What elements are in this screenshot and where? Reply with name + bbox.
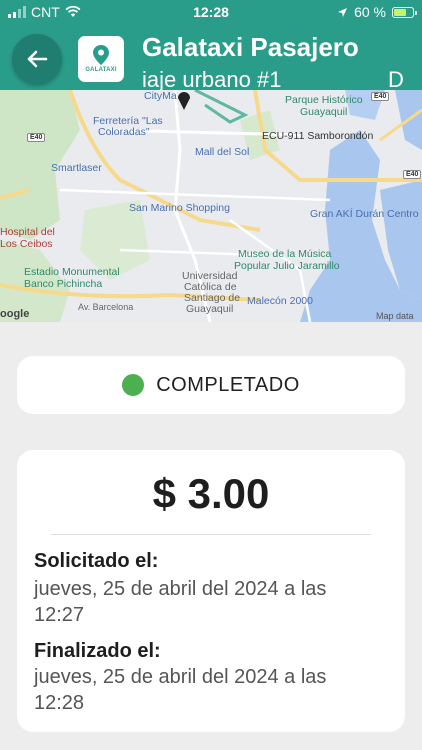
trip-subtitle: iaje urbano #1 [142,67,282,90]
divider [51,534,371,535]
map-label-av-barcelona: Av. Barcelona [78,302,134,312]
google-logo: oogle [0,308,30,320]
map-label-hospital-2: Los Ceibos [0,238,53,250]
map-label-san-marino: San Marino Shopping [129,202,230,214]
map-pin-icon [93,45,109,65]
app-title: Galataxi Pasajero [142,32,359,62]
map-label-universidad-4: Guayaquil [186,303,234,315]
arrow-left-icon [27,50,48,68]
map-route-badge: E40 [27,133,46,142]
back-button[interactable] [12,34,62,84]
map-label-estadio-2: Banco Pichincha [24,278,103,290]
app-header: GALATAXI Galataxi Pasajero iaje urbano #… [0,24,422,90]
map-label-smartlaser: Smartlaser [51,162,102,174]
app-logo: GALATAXI [78,36,124,82]
map-label-ferreteria-2: Coloradas" [98,126,150,138]
finished-value-line1: jueves, 25 de abril del 2024 a las [34,666,327,688]
map-label-mall-sol: Mall del Sol [195,146,250,158]
trip-subtitle-suffix: D [388,67,404,90]
finished-label: Finalizado el: [34,640,161,662]
finished-value-line2: 12:28 [34,692,85,714]
requested-value-line1: jueves, 25 de abril del 2024 a las [34,578,327,600]
requested-label: Solicitado el: [34,550,159,572]
trip-map[interactable]: CityMa Parque Histórico Guayaquil Ferret… [0,90,422,322]
map-label-parque-historico: Parque Histórico [285,94,363,106]
map-label-estadio: Estadio Monumental [24,266,120,278]
map-attribution[interactable]: Map data ©2 [376,311,422,322]
map-label-hospital: Hospital del [0,226,55,238]
map-label-citymall: CityMa [144,90,177,102]
map-label-ecu911: ECU-911 Samborondón [262,130,374,142]
location-arrow-icon [338,7,348,17]
map-label-gran-aki: Gran AKÍ Durán Centro [310,208,419,220]
status-indicator-icon [122,374,145,396]
trip-detail-card: $ 3.00 Solicitado el: jueves, 25 de abri… [17,450,405,732]
map-label-museo-2: Popular Julio Jaramillo [234,260,340,272]
map-route-badge: E40 [371,92,390,101]
map-label-museo: Museo de la Música [238,248,332,260]
trip-status-card: COMPLETADO [17,356,405,414]
trip-amount: $ 3.00 [152,470,270,517]
requested-value-line2: 12:27 [34,604,85,626]
map-label-guayaquil: Guayaquil [300,106,348,118]
battery-icon [392,6,417,18]
trip-status-label: COMPLETADO [156,373,300,396]
status-bar: CNT 12:28 60 % [0,0,422,24]
map-route-badge: E40 [403,170,422,179]
battery-percent: 60 % [354,4,386,20]
map-label-malecon: Malecón 2000 [247,295,313,307]
logo-text: GALATAXI [85,67,117,73]
